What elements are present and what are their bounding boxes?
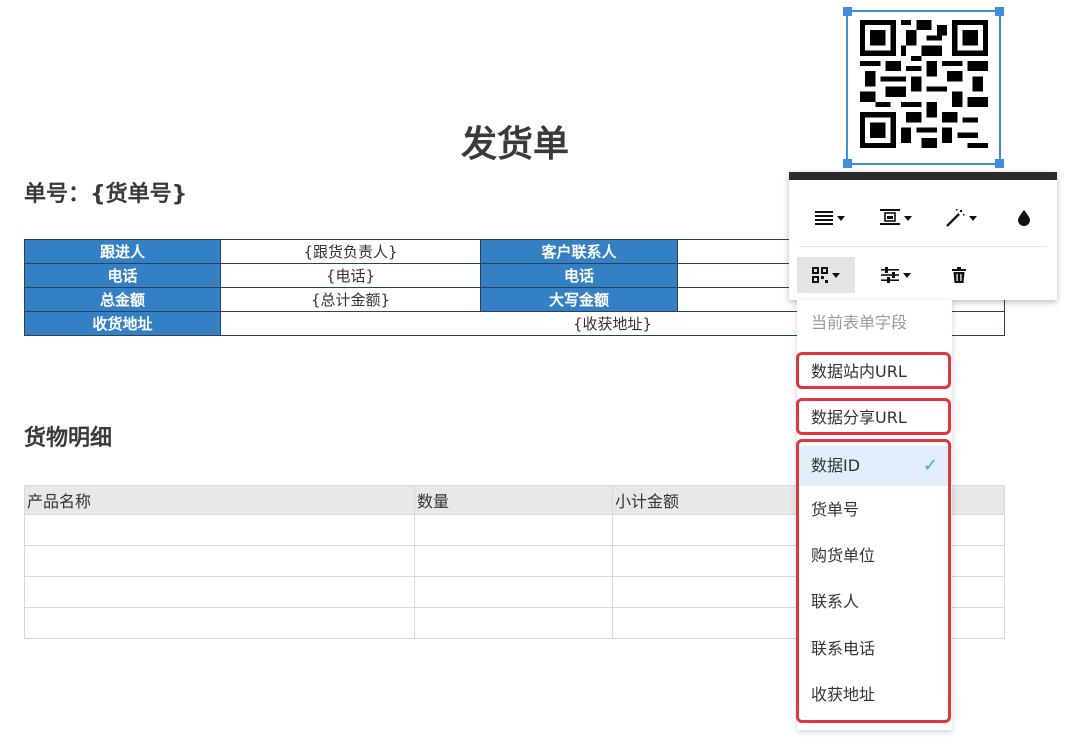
chevron-down-icon (837, 215, 845, 221)
magic-wand-icon (946, 209, 965, 227)
table-cell[interactable] (612, 607, 809, 639)
toolbar-row (799, 190, 1047, 247)
qrcode-field-button[interactable] (797, 257, 855, 293)
field-menu-header: 当前表单字段 (811, 313, 908, 332)
info-label: 大写金额 (480, 287, 678, 312)
trash-icon (952, 267, 966, 283)
table-cell[interactable] (24, 514, 415, 546)
resize-handle-ne[interactable] (995, 7, 1004, 16)
resize-handle-sw[interactable] (843, 159, 852, 168)
detail-header: 数量 (414, 485, 613, 515)
highlight-box (796, 439, 951, 723)
section-title: 货物明细 (24, 426, 113, 451)
info-label: 电话 (24, 263, 221, 288)
resize-handle-se[interactable] (995, 159, 1004, 168)
table-cell[interactable] (612, 576, 809, 608)
image-icon (880, 209, 900, 225)
color-button[interactable] (1009, 200, 1039, 236)
image-layout-button[interactable] (874, 200, 918, 236)
delete-button[interactable] (944, 257, 974, 293)
table-cell[interactable] (24, 545, 415, 577)
settings-button[interactable] (874, 257, 918, 293)
table-cell[interactable] (414, 607, 613, 639)
detail-header: 产品名称 (24, 485, 415, 515)
detail-header: 小计金额 (612, 485, 809, 515)
qr-code-image[interactable] (860, 20, 988, 148)
element-toolbar (789, 172, 1057, 300)
chevron-down-icon (904, 215, 912, 221)
table-cell[interactable] (414, 514, 613, 546)
info-label: 电话 (480, 263, 678, 288)
info-label: 总金额 (24, 287, 221, 312)
order-number: 单号：{货单号} (24, 182, 188, 207)
table-cell[interactable] (24, 576, 415, 608)
info-value[interactable]: {电话} (220, 263, 481, 288)
align-button[interactable] (809, 200, 851, 236)
table-cell[interactable] (612, 514, 809, 546)
table-cell[interactable] (414, 545, 613, 577)
sliders-icon (881, 267, 899, 283)
table-cell[interactable] (24, 607, 415, 639)
effects-button[interactable] (939, 200, 983, 236)
qrcode-icon (812, 267, 828, 283)
info-value[interactable]: {跟货负责人} (220, 239, 481, 264)
info-label: 跟进人 (24, 239, 221, 264)
resize-handle-nw[interactable] (843, 7, 852, 16)
table-cell[interactable] (612, 545, 809, 577)
info-value[interactable]: {总计金额} (220, 287, 481, 312)
highlight-box (796, 398, 951, 435)
color-drop-icon (1018, 210, 1030, 226)
toolbar-row (797, 247, 1047, 303)
table-cell[interactable] (414, 576, 613, 608)
chevron-down-icon (969, 215, 977, 221)
chevron-down-icon (903, 272, 911, 278)
align-icon (815, 211, 833, 225)
highlight-box (796, 352, 951, 389)
info-label: 收货地址 (24, 311, 221, 336)
chevron-down-icon (832, 272, 840, 278)
info-label: 客户联系人 (480, 239, 678, 264)
